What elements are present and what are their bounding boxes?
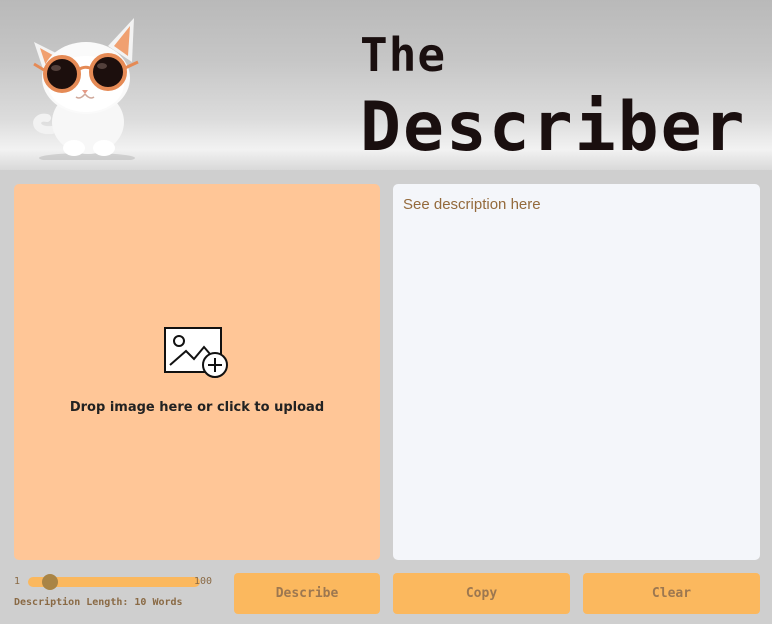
describe-button[interactable]: Describe xyxy=(234,573,380,614)
upload-instructions: Drop image here or click to upload xyxy=(69,400,325,415)
description-output[interactable]: See description here xyxy=(393,184,760,560)
length-slider-thumb[interactable] xyxy=(42,574,59,590)
description-placeholder: See description here xyxy=(403,196,541,213)
cat-with-sunglasses-icon xyxy=(33,18,139,160)
description-length-control: 1 100 Description Length: 10 Words xyxy=(14,572,219,616)
copy-button[interactable]: Copy xyxy=(393,573,570,614)
slider-min-label: 1 xyxy=(14,576,21,587)
length-slider-track[interactable] xyxy=(28,574,200,590)
slider-max-label: 100 xyxy=(194,576,213,587)
clear-button[interactable]: Clear xyxy=(583,573,760,614)
header-banner: The Describer xyxy=(0,0,772,170)
title-line-2: Describer xyxy=(360,88,747,167)
image-upload-dropzone[interactable]: Drop image here or click to upload xyxy=(14,184,380,560)
title-line-1: The xyxy=(360,28,447,82)
description-length-label: Description Length: 10 Words xyxy=(14,597,183,608)
image-add-icon xyxy=(164,327,228,378)
